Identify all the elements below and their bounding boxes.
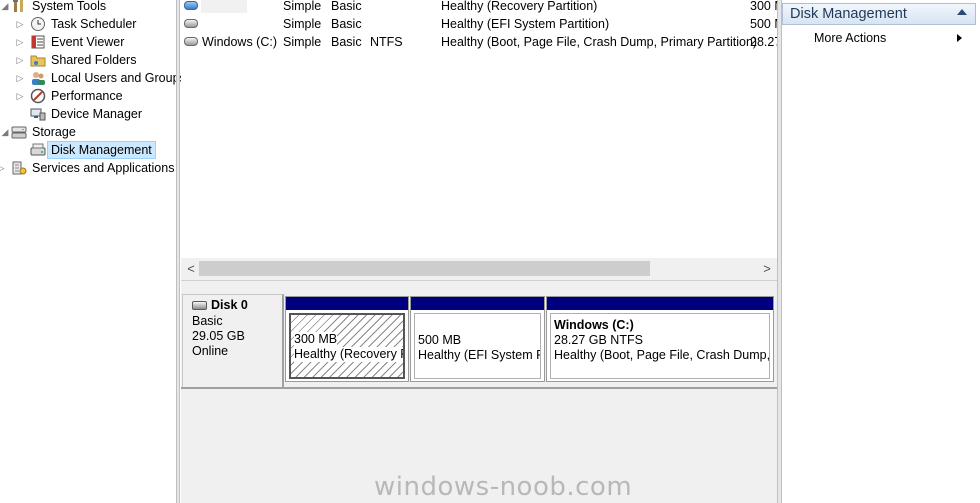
- collapse-up-icon[interactable]: [957, 9, 967, 15]
- tree-item-label: Shared Folders: [51, 53, 137, 67]
- volume-name-cell: [201, 0, 247, 13]
- disk-name: Disk 0: [211, 298, 248, 312]
- tree-item-label: Storage: [32, 125, 76, 139]
- layout-cell: Simple: [283, 0, 322, 13]
- scroll-thumb[interactable]: [199, 261, 650, 276]
- tree-item-label: Task Scheduler: [51, 17, 137, 31]
- table-row[interactable]: Simple Basic Healthy (Recovery Partition…: [181, 0, 777, 15]
- users-icon: [32, 72, 45, 85]
- tree-item-performance[interactable]: ▷ Performance: [0, 87, 176, 105]
- partition-size: 500 MB: [418, 333, 462, 347]
- disk-size: 29.05 GB: [192, 329, 245, 343]
- type-cell: Basic: [331, 0, 362, 13]
- tree-item-label: Disk Management: [47, 141, 156, 159]
- tools-icon: [13, 0, 23, 12]
- volume-icon: [184, 37, 198, 46]
- partition-efi[interactable]: 500 MB Healthy (EFI System Pa: [410, 296, 545, 382]
- disk-row-divider: [181, 387, 777, 389]
- tree-item-system-tools[interactable]: ◢ System Tools: [0, 0, 176, 15]
- capacity-cell: 28.27: [750, 35, 777, 49]
- storage-icon: [11, 126, 27, 139]
- partition-header-bar: [547, 297, 773, 310]
- partition-header-bar: [286, 297, 408, 310]
- tree-item-storage[interactable]: ◢ Storage: [0, 123, 176, 141]
- services-icon: [12, 161, 27, 175]
- tree-item-label: Event Viewer: [51, 35, 125, 49]
- horizontal-scrollbar[interactable]: < >: [181, 258, 777, 280]
- tree-item-event-viewer[interactable]: ▷ Event Viewer: [0, 33, 176, 51]
- chevron-right-icon[interactable]: ▷: [15, 69, 25, 87]
- tree-item-label: Local Users and Groups: [51, 71, 186, 85]
- disk-type: Basic: [192, 314, 223, 328]
- more-actions-menu-item[interactable]: More Actions: [782, 28, 976, 48]
- disk-label-panel[interactable]: Disk 0 Basic 29.05 GB Online: [182, 294, 284, 388]
- more-actions-label: More Actions: [814, 31, 887, 45]
- partition-body: 500 MB Healthy (EFI System Pa: [414, 313, 541, 379]
- partition-body: Windows (C:) 28.27 GB NTFS Healthy (Boot…: [550, 313, 770, 379]
- view-splitter[interactable]: [181, 280, 777, 288]
- partition-status: Healthy (Recovery Pa: [294, 347, 403, 362]
- partition-recovery[interactable]: 300 MB Healthy (Recovery Pa: [285, 296, 409, 382]
- partition-status: Healthy (Boot, Page File, Crash Dump, P: [554, 348, 770, 362]
- status-cell: Healthy (Boot, Page File, Crash Dump, Pr…: [441, 35, 758, 49]
- type-cell: Basic: [331, 17, 362, 31]
- chevron-right-icon[interactable]: ▷: [15, 87, 25, 105]
- scroll-right-button[interactable]: >: [759, 258, 775, 280]
- chevron-down-icon[interactable]: ◢: [0, 123, 10, 141]
- volume-list: Simple Basic Healthy (Recovery Partition…: [181, 0, 777, 258]
- tree-item-label: Device Manager: [51, 107, 143, 121]
- disk-state: Online: [192, 344, 229, 358]
- tree-item-label: Services and Applications: [32, 161, 175, 175]
- tree-item-label: Performance: [51, 89, 123, 103]
- volume-name-cell: Windows (C:): [202, 35, 278, 49]
- clock-icon: [31, 17, 45, 31]
- tree-item-disk-management[interactable]: Disk Management: [0, 141, 176, 159]
- tree-item-services-and-applications[interactable]: ▷ Services and Applications: [0, 159, 176, 177]
- layout-cell: Simple: [283, 35, 322, 49]
- tree-item-label: System Tools: [32, 0, 107, 13]
- table-row[interactable]: Simple Basic Healthy (EFI System Partiti…: [181, 15, 777, 33]
- navigation-tree: ◢ System Tools ▷ Task Scheduler ▷ Event …: [0, 0, 186, 503]
- performance-icon: [30, 88, 46, 104]
- volume-icon: [184, 1, 198, 10]
- file-system-cell: NTFS: [370, 35, 403, 49]
- device-manager-icon: [30, 108, 46, 121]
- capacity-cell: 300 M: [750, 0, 777, 13]
- table-row[interactable]: Windows (C:) Simple Basic NTFS Healthy (…: [181, 33, 777, 51]
- partition-header-bar: [411, 297, 544, 310]
- submenu-arrow-icon: [957, 34, 962, 42]
- partition-status: Healthy (EFI System Pa: [418, 348, 541, 362]
- actions-header[interactable]: Disk Management: [782, 3, 976, 25]
- tree-item-local-users-and-groups[interactable]: ▷ Local Users and Groups: [0, 69, 186, 87]
- chevron-right-icon[interactable]: ▷: [15, 33, 25, 51]
- tree-item-shared-folders[interactable]: ▷ Shared Folders: [0, 51, 176, 69]
- tree-item-task-scheduler[interactable]: ▷ Task Scheduler: [0, 15, 176, 33]
- partition-body: 300 MB Healthy (Recovery Pa: [289, 313, 405, 379]
- disk-icon: [192, 301, 207, 310]
- pane-splitter[interactable]: [176, 0, 180, 503]
- chevron-right-icon[interactable]: ▷: [0, 159, 6, 177]
- type-cell: Basic: [331, 35, 362, 49]
- chevron-right-icon[interactable]: ▷: [15, 51, 25, 69]
- status-cell: Healthy (Recovery Partition): [441, 0, 598, 13]
- partition-size: 300 MB: [294, 332, 338, 347]
- capacity-cell: 500 M: [750, 17, 777, 31]
- status-cell: Healthy (EFI System Partition): [441, 17, 610, 31]
- actions-pane: Disk Management More Actions: [782, 0, 980, 503]
- scroll-left-button[interactable]: <: [183, 258, 199, 280]
- tree-item-device-manager[interactable]: Device Manager: [0, 105, 176, 123]
- layout-cell: Simple: [283, 17, 322, 31]
- event-viewer-icon: [31, 35, 45, 49]
- chevron-down-icon[interactable]: ◢: [0, 0, 10, 15]
- watermark-text: windows-noob.com: [374, 472, 633, 502]
- chevron-right-icon[interactable]: ▷: [15, 15, 25, 33]
- disk-management-icon: [30, 143, 46, 156]
- disk-graphical-view: Disk 0 Basic 29.05 GB Online 300 MB Heal…: [181, 288, 777, 503]
- partition-windows-c[interactable]: Windows (C:) 28.27 GB NTFS Healthy (Boot…: [546, 296, 774, 382]
- actions-header-title: Disk Management: [790, 6, 907, 22]
- partition-size: 28.27 GB NTFS: [554, 333, 643, 347]
- volume-icon: [184, 19, 198, 28]
- partition-title: Windows (C:): [554, 318, 634, 332]
- shared-folder-icon: [30, 55, 46, 67]
